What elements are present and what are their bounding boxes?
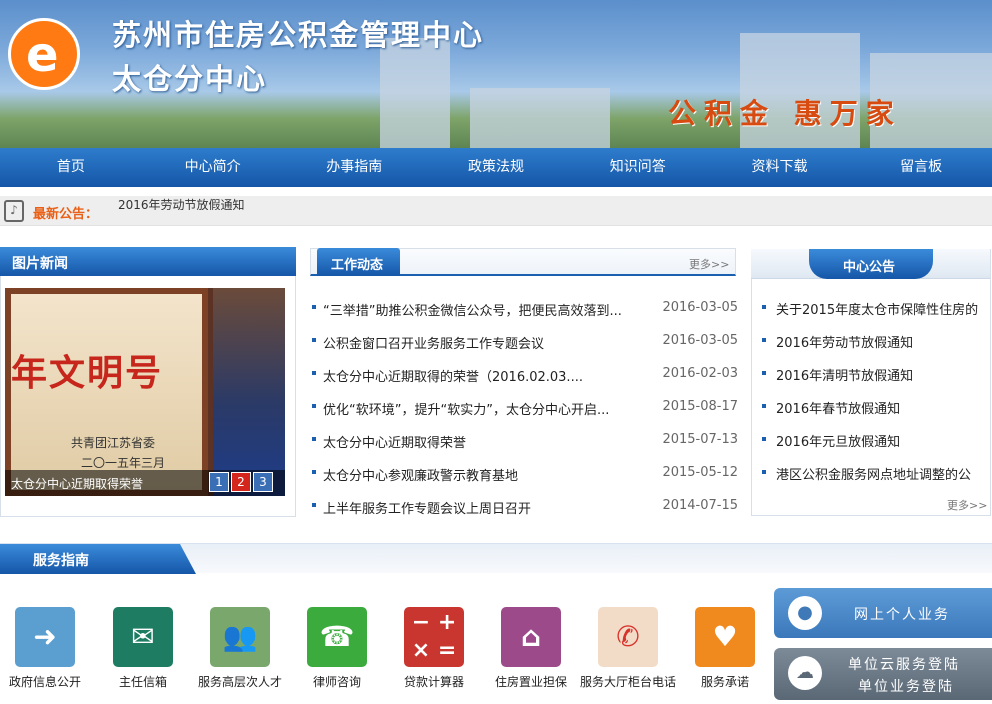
nav-policy[interactable]: 政策法规 xyxy=(425,148,567,187)
work-news-more-link[interactable]: 更多>> xyxy=(689,256,729,272)
announcements-header: 中心公告 xyxy=(751,249,990,279)
bullet-icon xyxy=(762,404,766,408)
skyline-tower xyxy=(380,38,450,148)
service-commitment[interactable]: ♥ 服务承诺 xyxy=(677,607,773,697)
service-loan-calculator[interactable]: − + × = 贷款计算器 xyxy=(386,607,482,697)
bullet-icon xyxy=(312,371,316,375)
bullet-icon xyxy=(312,338,316,342)
plaque-text: 年文明号 xyxy=(11,352,164,394)
user-icon: ● xyxy=(788,596,822,630)
news-item[interactable]: “三举措”助推公积金微信公众号，把便民高效落到... 2016-03-05 xyxy=(312,300,738,320)
bullet-icon xyxy=(762,338,766,342)
photo-news-slide[interactable]: 年文明号 共青团江苏省委 二〇一五年三月 太仓分中心近期取得荣誉 1 2 3 xyxy=(5,288,285,496)
news-item[interactable]: 公积金窗口召开业务服务工作专题会议 2016-03-05 xyxy=(312,333,738,353)
service-guide-bar: 服务指南 xyxy=(0,543,992,574)
handset-icon: ✆ xyxy=(598,607,658,667)
news-item[interactable]: 上半年服务工作专题会议上周日召开 2014-07-15 xyxy=(312,498,738,518)
site-logo[interactable]: e xyxy=(8,18,80,90)
phone-icon: ☎ xyxy=(307,607,367,667)
service-gov-info[interactable]: ➜ 政府信息公开 xyxy=(0,607,93,697)
site-subtitle: 太仓分中心 xyxy=(112,62,268,96)
personal-online-button[interactable]: ● 网上个人业务 xyxy=(774,588,992,638)
arrow-right-icon: ➜ xyxy=(15,607,75,667)
people-icon: 👥 xyxy=(210,607,270,667)
megaphone-icon: ♪ xyxy=(4,200,24,222)
main-nav: 首页 中心简介 办事指南 政策法规 知识问答 资料下载 留言板 xyxy=(0,148,992,187)
nav-downloads[interactable]: 资料下载 xyxy=(709,148,851,187)
bullet-icon xyxy=(312,470,316,474)
nav-about[interactable]: 中心简介 xyxy=(142,148,284,187)
notice-label: 最新公告： xyxy=(33,207,99,222)
service-talent[interactable]: 👥 服务高层次人才 xyxy=(192,607,288,697)
slide-page-3[interactable]: 3 xyxy=(253,472,273,492)
announcement-item[interactable]: 2016年劳动节放假通知 xyxy=(762,332,982,352)
slide-page-1[interactable]: 1 xyxy=(209,472,229,492)
cloud-icon: ☁ xyxy=(788,656,822,690)
photo-news-title: 图片新闻 xyxy=(12,256,68,272)
house-icon: ⌂ xyxy=(501,607,561,667)
slide-page-2[interactable]: 2 xyxy=(231,472,251,492)
news-item[interactable]: 优化“软环境”，提升“软实力”，太仓分中心开启... 2015-08-17 xyxy=(312,399,738,419)
slogan: 公积金 惠万家 xyxy=(668,97,902,130)
plaque-line1: 共青团江苏省委 xyxy=(71,436,156,450)
service-director-mailbox[interactable]: ✉ 主任信箱 xyxy=(95,607,191,697)
bullet-icon xyxy=(312,305,316,309)
service-guide-title: 服务指南 xyxy=(33,553,89,569)
honor-plaque-image: 年文明号 共青团江苏省委 二〇一五年三月 xyxy=(5,288,208,496)
announcement-item[interactable]: 2016年春节放假通知 xyxy=(762,398,982,418)
bullet-icon xyxy=(762,371,766,375)
nav-guide[interactable]: 办事指南 xyxy=(283,148,425,187)
bullet-icon xyxy=(762,305,766,309)
service-hall-phone[interactable]: ✆ 服务大厅柜台电话 xyxy=(580,607,676,697)
nav-message-board[interactable]: 留言板 xyxy=(850,148,992,187)
tab-work-news[interactable]: 工作动态 xyxy=(317,248,400,276)
announcement-item[interactable]: 港区公积金服务网点地址调整的公 xyxy=(762,464,982,484)
announcements-more-link[interactable]: 更多>> xyxy=(947,497,987,513)
slide-caption-text: 太仓分中心近期取得荣誉 xyxy=(11,477,144,491)
service-guide-tab: 服务指南 xyxy=(0,544,196,574)
skyline-block xyxy=(470,88,610,148)
service-lawyer[interactable]: ☎ 律师咨询 xyxy=(289,607,385,697)
unit-login-button[interactable]: ☁ 单位云服务登陆 单位业务登陆 xyxy=(774,648,992,700)
work-news-tab-label: 工作动态 xyxy=(331,258,384,273)
news-item[interactable]: 太仓分中心近期取得荣誉 2015-07-13 xyxy=(312,432,738,452)
service-housing-guarantee[interactable]: ⌂ 住房置业担保 xyxy=(483,607,579,697)
site-title: 苏州市住房公积金管理中心 xyxy=(112,18,485,52)
site-header: e 苏州市住房公积金管理中心 太仓分中心 公积金 惠万家 xyxy=(0,0,992,148)
heart-icon: ♥ xyxy=(695,607,755,667)
news-item[interactable]: 太仓分中心参观廉政警示教育基地 2015-05-12 xyxy=(312,465,738,485)
news-item[interactable]: 太仓分中心近期取得的荣誉（2016.02.03.... 2016-02-03 xyxy=(312,366,738,386)
calculator-icon: − + × = xyxy=(404,607,464,667)
staff-photo-image xyxy=(213,288,285,496)
announcement-item[interactable]: 关于2015年度太仓市保障性住房的 xyxy=(762,299,982,319)
announcements-tab[interactable]: 中心公告 xyxy=(809,249,933,279)
bullet-icon xyxy=(762,470,766,474)
announcement-item[interactable]: 2016年清明节放假通知 xyxy=(762,365,982,385)
notice-link[interactable]: 2016年劳动节放假通知 xyxy=(118,196,245,210)
nav-home[interactable]: 首页 xyxy=(0,148,142,187)
bullet-icon xyxy=(312,404,316,408)
announcement-item[interactable]: 2016年元旦放假通知 xyxy=(762,431,982,451)
announcements-title: 中心公告 xyxy=(843,260,896,275)
bullet-icon xyxy=(312,503,316,507)
nav-faq[interactable]: 知识问答 xyxy=(567,148,709,187)
bullet-icon xyxy=(762,437,766,441)
bullet-icon xyxy=(312,437,316,441)
envelope-icon: ✉ xyxy=(113,607,173,667)
plaque-line2: 二〇一五年三月 xyxy=(81,456,166,470)
photo-news-header: 图片新闻 xyxy=(0,247,296,276)
latest-notice-bar: ♪ 最新公告： 2016年劳动节放假通知 xyxy=(0,196,992,226)
